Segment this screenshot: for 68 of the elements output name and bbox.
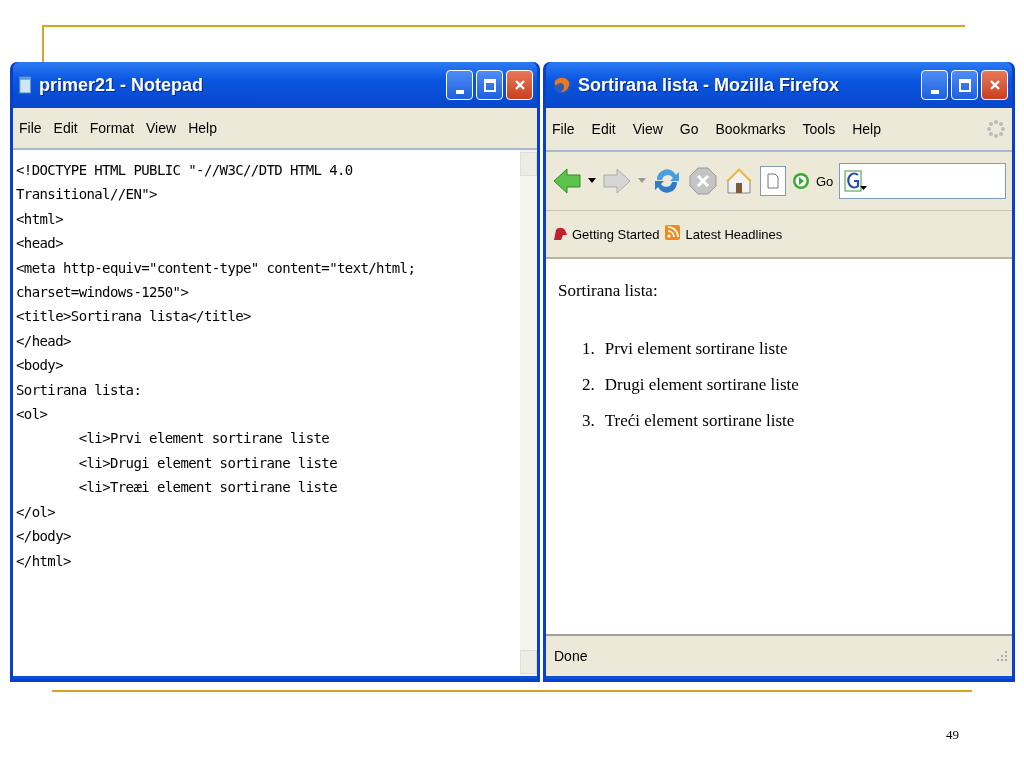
code-line: <ol> <box>16 405 49 425</box>
page-text: Sortirana lista: <box>558 281 659 301</box>
code-line: <body> <box>16 356 64 376</box>
go-button[interactable]: Go <box>816 173 834 189</box>
list-number: 2. <box>582 374 595 396</box>
code-line: <!DOCTYPE HTML PUBLIC "-//W3C//DTD HTML 4.0 <box>16 161 354 180</box>
globe-icon <box>552 75 572 95</box>
feed-icon <box>665 225 682 243</box>
code-line: Sortirana lista: <box>16 380 143 400</box>
notepad-icon <box>19 75 33 95</box>
menu-item[interactable]: File <box>552 121 575 137</box>
address-field[interactable] <box>760 166 786 196</box>
code-line: </body> <box>16 527 72 547</box>
code-line: <meta http-equiv="content-type" content="text/html; <box>16 258 417 278</box>
text-editor-area[interactable] <box>13 150 537 676</box>
maximize-button[interactable] <box>951 70 978 100</box>
dropdown-caret-icon[interactable] <box>588 178 596 184</box>
window-title: primer21 - Notepad <box>39 74 205 96</box>
page-number: 49 <box>946 727 959 742</box>
back-arrow-icon[interactable] <box>552 166 582 196</box>
close-button[interactable] <box>506 70 533 100</box>
code-line: <li>Treæi element sortirane liste <box>77 478 338 498</box>
code-line: Transitional//EN"> <box>16 185 158 205</box>
search-engine-icon[interactable] <box>844 170 869 192</box>
code-line: <li>Drugi element sortirane liste <box>77 453 338 473</box>
list-item: Prvi element sortirane liste <box>604 338 788 360</box>
menu-item[interactable]: Bookmarks <box>715 121 786 137</box>
bookmark-icon <box>552 226 568 242</box>
reload-icon[interactable] <box>652 166 682 196</box>
menu-item[interactable]: Edit <box>53 120 78 136</box>
code-line: </ol> <box>16 502 57 522</box>
home-icon[interactable] <box>724 166 754 196</box>
menu-item[interactable]: Go <box>679 121 699 137</box>
code-line: <head> <box>16 234 64 254</box>
close-icon <box>988 79 1001 91</box>
status-text: Done <box>554 648 588 664</box>
page-icon <box>767 173 779 189</box>
minimize-button[interactable] <box>446 70 473 100</box>
code-line: <li>Prvi element sortirane liste <box>77 429 331 449</box>
menu-item[interactable]: Help <box>852 121 881 137</box>
menu-item[interactable]: File <box>19 120 42 136</box>
maximize-button[interactable] <box>476 70 503 100</box>
code-line: </head> <box>16 331 72 351</box>
stop-icon[interactable] <box>688 166 718 196</box>
minimize-button[interactable] <box>921 70 948 100</box>
list-item: Drugi element sortirane liste <box>604 374 799 396</box>
resize-grip-icon[interactable] <box>996 650 1008 662</box>
menu-item[interactable]: View <box>632 121 663 137</box>
code-line: charset=windows-1250"> <box>16 283 190 303</box>
menu-item[interactable]: Help <box>188 120 217 136</box>
menu-item[interactable]: View <box>146 120 177 136</box>
list-item: Treći element sortirane liste <box>604 410 795 432</box>
throbber-icon <box>986 119 1006 139</box>
close-icon <box>513 79 526 91</box>
search-field[interactable] <box>839 163 1006 199</box>
menu-item[interactable]: Edit <box>591 121 616 137</box>
code-line: </html> <box>16 551 72 571</box>
list-number: 1. <box>582 338 595 360</box>
menu-item[interactable]: Format <box>89 120 135 136</box>
list-number: 3. <box>582 410 595 432</box>
bookmark-link[interactable]: Getting Started <box>552 226 660 242</box>
code-line: <title>Sortirana lista</title> <box>16 307 252 327</box>
code-line: <html> <box>16 209 64 229</box>
close-button[interactable] <box>981 70 1008 100</box>
menu-item[interactable]: Tools <box>802 121 836 137</box>
bookmark-link[interactable]: Latest Headlines <box>665 225 783 243</box>
window-title: Sortirana lista - Mozilla Firefox <box>578 74 841 96</box>
go-arrow-icon[interactable] <box>792 172 810 190</box>
